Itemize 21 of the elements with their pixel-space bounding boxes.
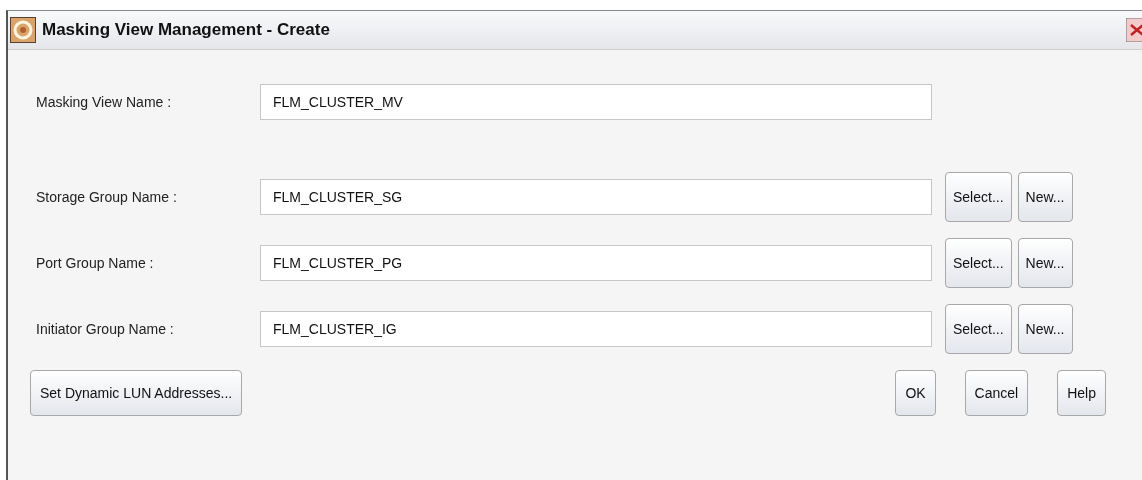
select-button[interactable]: Select... bbox=[945, 304, 1012, 354]
field-label: Masking View Name : bbox=[36, 94, 173, 110]
cancel-button[interactable]: Cancel bbox=[964, 370, 1029, 416]
field-label: Initiator Group Name : bbox=[36, 321, 175, 337]
help-button[interactable]: Help bbox=[1057, 370, 1106, 416]
input-field[interactable]: FLM_CLUSTER_SG bbox=[260, 179, 932, 215]
select-button[interactable]: Select... bbox=[945, 238, 1012, 288]
input-field[interactable]: FLM_CLUSTER_MV bbox=[260, 84, 932, 120]
close-icon[interactable] bbox=[1126, 18, 1142, 42]
new-button[interactable]: New... bbox=[1017, 238, 1073, 288]
field-label: Port Group Name : bbox=[36, 255, 155, 271]
ok-button[interactable]: OK bbox=[895, 370, 936, 416]
new-button[interactable]: New... bbox=[1017, 172, 1073, 222]
new-button[interactable]: New... bbox=[1017, 304, 1073, 354]
input-field[interactable]: FLM_CLUSTER_IG bbox=[260, 311, 932, 347]
window-title: Masking View Management - Create bbox=[42, 20, 331, 40]
field-label: Storage Group Name : bbox=[36, 189, 178, 205]
set-addresses-button[interactable]: Set Dynamic LUN Addresses... bbox=[30, 370, 243, 416]
input-field[interactable]: FLM_CLUSTER_PG bbox=[260, 245, 932, 281]
app-logo-icon bbox=[10, 17, 36, 43]
select-button[interactable]: Select... bbox=[945, 172, 1012, 222]
